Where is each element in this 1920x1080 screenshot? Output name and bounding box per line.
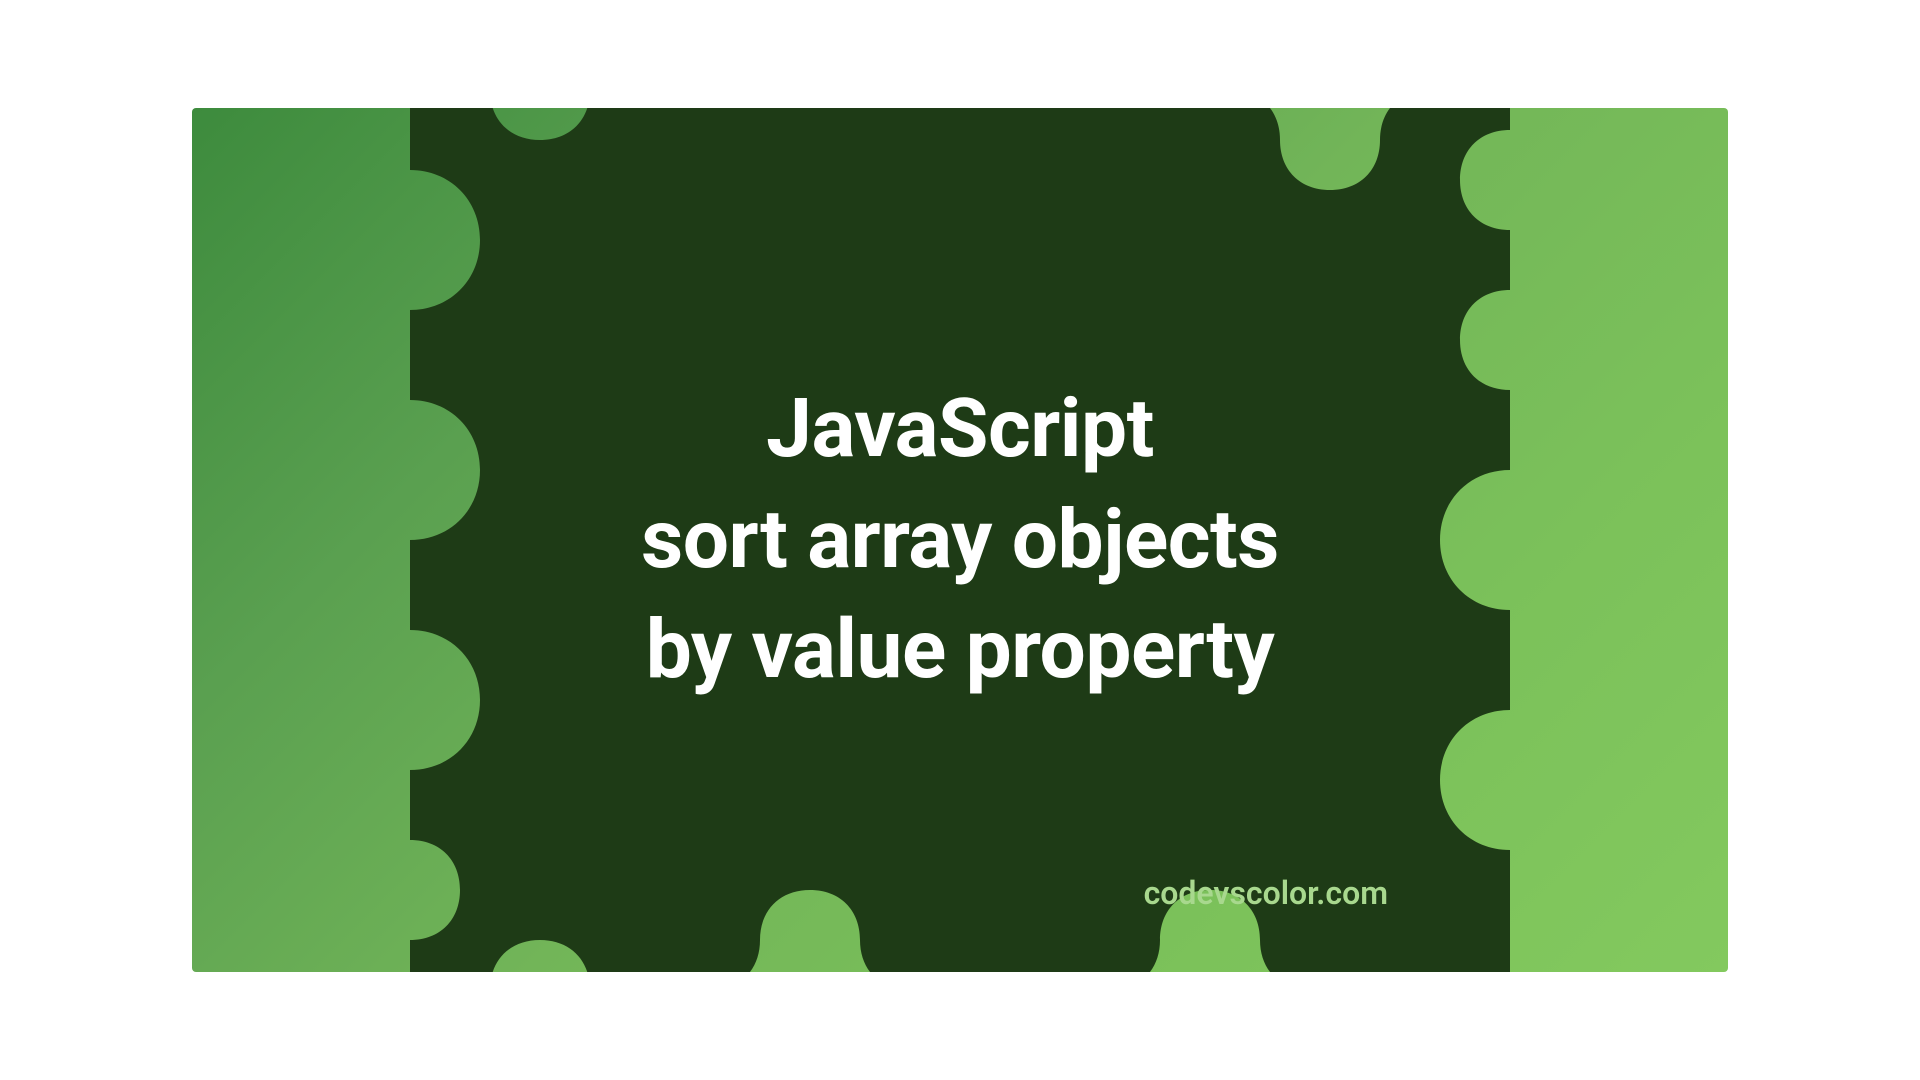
title-line-3: by value property [192, 595, 1728, 706]
banner-card: JavaScript sort array objects by value p… [192, 108, 1728, 972]
title-content: JavaScript sort array objects by value p… [192, 374, 1728, 706]
banner-title: JavaScript sort array objects by value p… [192, 374, 1728, 706]
title-line-1: JavaScript [192, 374, 1728, 485]
watermark-text: codevscolor.com [1144, 874, 1388, 912]
title-line-2: sort array objects [192, 485, 1728, 596]
